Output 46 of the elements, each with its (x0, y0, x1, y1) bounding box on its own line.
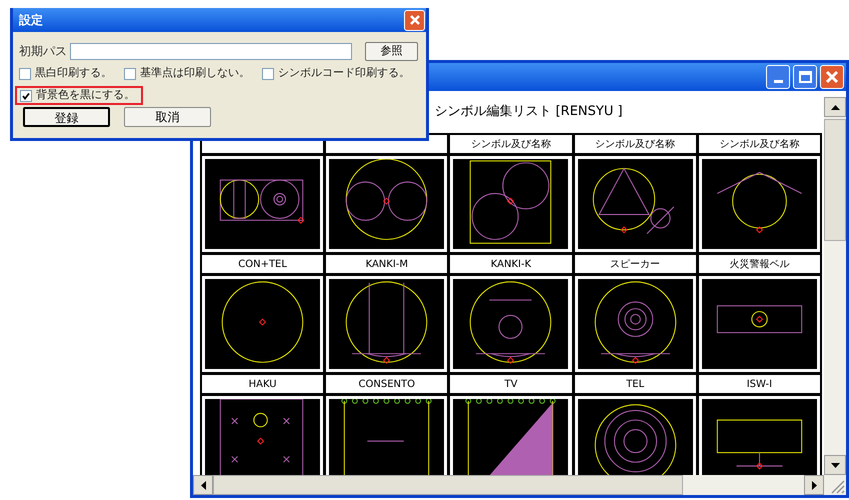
dialog-title: 設定 (19, 12, 43, 29)
scroll-thumb[interactable] (213, 475, 683, 495)
symbol-name: HAKU (248, 378, 277, 392)
path-label: 初期パス (19, 43, 67, 60)
symbol-name: TV (504, 378, 518, 392)
symbol-name: シンボル及び名称 (470, 138, 551, 152)
symbol-name: CON+TEL (238, 258, 287, 272)
checkbox[interactable] (19, 68, 31, 80)
scroll-left-button[interactable] (193, 475, 213, 495)
symbol-name: ISW-I (746, 378, 772, 392)
close-button[interactable] (820, 65, 844, 89)
scroll-down-button[interactable] (824, 455, 846, 475)
close-icon (825, 70, 839, 84)
down-arrow-icon (830, 462, 840, 468)
scroll-up-button[interactable] (824, 97, 846, 117)
symbol-name: シンボル及び名称 (595, 138, 676, 152)
dialog-button[interactable]: 登録 (23, 107, 110, 127)
symbol-name: TEL (626, 378, 644, 392)
symbol-name: 火災警報ベル (729, 258, 790, 272)
scroll-thumb[interactable] (824, 119, 846, 241)
symbol-name: KANKI-K (490, 258, 532, 272)
vertical-scrollbar[interactable] (824, 97, 846, 475)
symbol-name: スピーカー (610, 258, 660, 272)
right-arrow-icon (812, 480, 816, 490)
scroll-right-button[interactable] (804, 475, 824, 495)
symbol-name: シンボル及び名称 (719, 138, 800, 152)
left-arrow-icon (200, 480, 206, 490)
symbol-name: CONSENTO (358, 378, 416, 392)
symbol-name: KANKI-M (366, 258, 408, 272)
minimize-button[interactable] (766, 65, 790, 89)
up-arrow-icon (830, 104, 840, 110)
dialog-button[interactable]: 取消 (124, 107, 211, 127)
close-icon (408, 14, 420, 26)
checkbox-label: シンボルコード印刷する。 (278, 65, 410, 82)
path-field[interactable] (70, 42, 352, 60)
checkbox-label: 黒白印刷する。 (35, 65, 112, 82)
checkbox[interactable] (20, 90, 32, 102)
horizontal-scrollbar[interactable] (193, 475, 846, 495)
checkbox[interactable] (262, 68, 274, 80)
checkbox[interactable] (124, 68, 136, 80)
list-heading: シンボル編集リスト [RENSYU ] (434, 103, 623, 122)
checkbox-label: 基準点は印刷しない。 (140, 65, 250, 82)
close-button[interactable] (404, 10, 425, 30)
maximize-button[interactable] (793, 65, 817, 89)
browse-button[interactable]: 参照 (365, 42, 418, 60)
checkbox-label: 背景色を黒にする。 (36, 87, 135, 104)
